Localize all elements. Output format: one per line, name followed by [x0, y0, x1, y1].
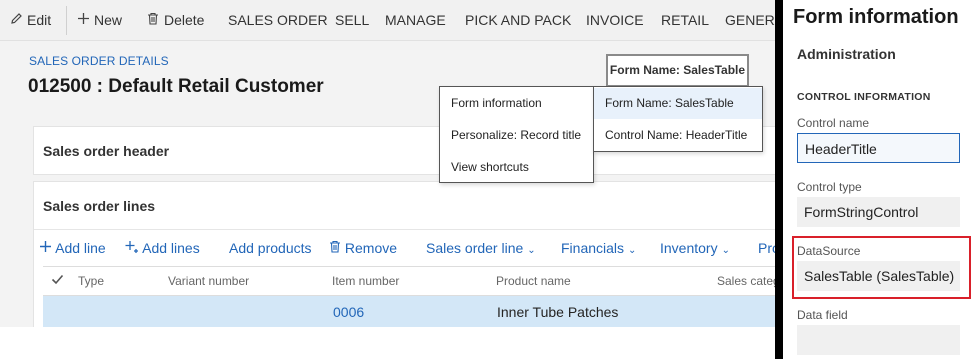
cell-product-name[interactable]: Inner Tube Patches — [497, 304, 618, 320]
remove-button[interactable]: Remove — [329, 238, 397, 258]
action-bar-divider — [66, 6, 67, 35]
inventory-label: Inventory — [660, 240, 718, 256]
cell-item-number[interactable]: 0006 — [333, 304, 364, 320]
panel-divider — [775, 0, 783, 359]
add-products-button[interactable]: Add products — [229, 238, 312, 258]
tab-invoice[interactable]: INVOICE — [586, 0, 644, 41]
tab-retail[interactable]: RETAIL — [661, 0, 709, 41]
tab-general[interactable]: GENERA — [725, 0, 775, 41]
edit-label: Edit — [27, 12, 52, 28]
product-menu[interactable]: Pro — [758, 238, 775, 258]
sales-order-line-label: Sales order line — [426, 240, 524, 256]
data-field-label: Data field — [797, 308, 848, 322]
financials-menu[interactable]: Financials ⌄ — [561, 238, 636, 258]
tab-manage[interactable]: MANAGE — [385, 0, 446, 41]
column-header-variant-number[interactable]: Variant number — [168, 274, 249, 288]
plus-icon — [39, 240, 52, 256]
menu-item-personalize[interactable]: Personalize: Record title — [451, 128, 581, 142]
control-type-field[interactable]: FormStringControl — [797, 197, 960, 227]
add-lines-label: Add lines — [142, 240, 200, 256]
menu-item-view-shortcuts[interactable]: View shortcuts — [451, 160, 529, 174]
column-header-sales-category[interactable]: Sales categ — [717, 274, 775, 288]
menu-item-form-name[interactable]: Form Name: SalesTable — [594, 88, 762, 119]
new-label: New — [94, 12, 123, 28]
form-information-panel: Form information Administration CONTROL … — [783, 0, 980, 359]
plus-icon — [76, 0, 90, 41]
panel-section-title[interactable]: Administration — [797, 46, 896, 62]
tab-sales-order[interactable]: SALES ORDER — [228, 0, 328, 41]
panel-group-title: CONTROL INFORMATION — [797, 91, 931, 103]
action-bar: Edit New Delete SALES ORDER SELL MANAGE … — [0, 0, 775, 41]
menu-item-form-information[interactable]: Form information — [451, 96, 542, 110]
breadcrumb[interactable]: SALES ORDER DETAILS — [29, 54, 169, 68]
add-lines-icon — [125, 240, 139, 256]
add-line-label: Add line — [55, 240, 106, 256]
inventory-menu[interactable]: Inventory ⌄ — [660, 238, 730, 258]
add-line-button[interactable]: Add line — [39, 238, 106, 258]
data-field-field[interactable] — [797, 325, 960, 355]
sales-order-line-menu[interactable]: Sales order line ⌄ — [426, 238, 536, 258]
tab-pick-and-pack[interactable]: PICK AND PACK — [465, 0, 571, 41]
datasource-label: DataSource — [797, 244, 861, 258]
tab-sell[interactable]: SELL — [335, 0, 369, 41]
form-name-tooltip: Form Name: SalesTable — [606, 54, 749, 87]
section-divider — [34, 229, 775, 230]
page-title[interactable]: 012500 : Default Retail Customer — [28, 76, 324, 98]
chevron-down-icon: ⌄ — [721, 245, 730, 256]
column-header-item-number[interactable]: Item number — [332, 274, 399, 288]
delete-button[interactable]: Delete — [146, 0, 204, 41]
main-app-area: Edit New Delete SALES ORDER SELL MANAGE … — [0, 0, 775, 327]
control-type-label: Control type — [797, 180, 862, 194]
financials-label: Financials — [561, 240, 625, 256]
trash-icon — [329, 240, 341, 256]
edit-button[interactable]: Edit — [9, 0, 51, 41]
chevron-down-icon: ⌄ — [527, 245, 536, 256]
control-name-field[interactable]: HeaderTitle — [797, 133, 960, 163]
panel-title: Form information — [793, 6, 959, 28]
chevron-down-icon: ⌄ — [628, 245, 637, 256]
remove-label: Remove — [344, 240, 398, 256]
section-title: Sales order header — [43, 143, 170, 159]
datasource-field[interactable]: SalesTable (SalesTable) — [797, 261, 960, 291]
column-header-product-name[interactable]: Product name — [496, 274, 571, 288]
column-header-type[interactable]: Type — [78, 274, 104, 288]
new-button[interactable]: New — [76, 0, 122, 41]
add-lines-button[interactable]: Add lines — [125, 238, 200, 258]
grid-header: Type Variant number Item number Product … — [43, 266, 775, 296]
context-menu: Form information Personalize: Record tit… — [439, 86, 594, 183]
delete-label: Delete — [164, 12, 205, 28]
form-information-submenu: Form Name: SalesTable Control Name: Head… — [593, 86, 763, 152]
control-name-label: Control name — [797, 116, 870, 130]
trash-icon — [146, 0, 160, 41]
select-all-checkmark-icon[interactable] — [51, 273, 64, 289]
table-row[interactable]: 0006 Inner Tube Patches — [43, 296, 775, 327]
section-title[interactable]: Sales order lines — [43, 198, 155, 214]
pencil-icon — [9, 0, 23, 41]
menu-item-control-name[interactable]: Control Name: HeaderTitle — [594, 120, 762, 151]
